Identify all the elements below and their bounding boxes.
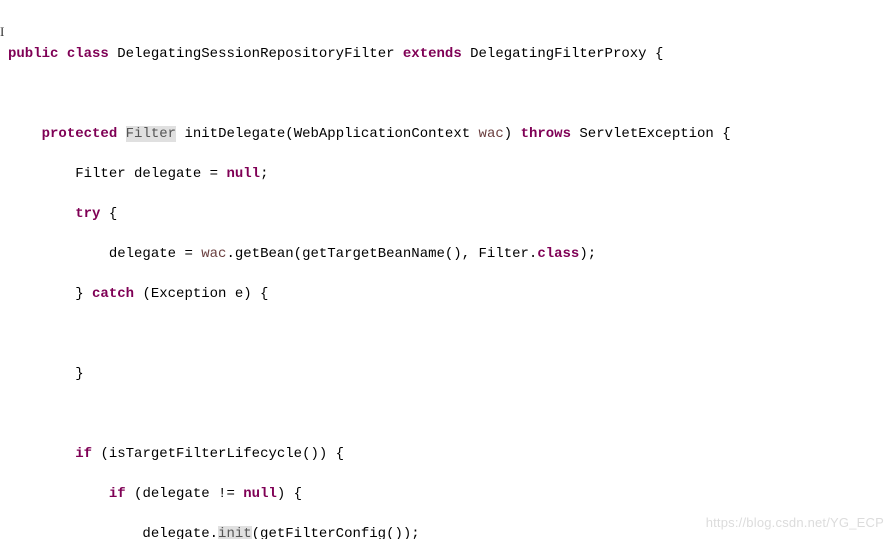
class-name: DelegatingSessionRepositoryFilter: [117, 46, 394, 62]
code-line: Filter delegate = null;: [4, 164, 894, 184]
catch-sig: (Exception e) {: [142, 286, 268, 302]
code-line: [4, 404, 894, 424]
keyword: extends: [403, 46, 462, 62]
type: WebApplicationContext: [294, 126, 470, 142]
param: wac: [201, 246, 226, 262]
keyword: public: [8, 46, 58, 62]
keyword: if: [75, 446, 92, 462]
brace: {: [109, 206, 117, 222]
code-line: [4, 324, 894, 344]
highlighted-ref: init: [218, 526, 252, 539]
code-line: } catch (Exception e) {: [4, 284, 894, 304]
code-line: if (isTargetFilterLifecycle()) {: [4, 444, 894, 464]
param: wac: [479, 126, 504, 142]
keyword: class: [67, 46, 109, 62]
call-prefix: delegate.: [142, 526, 218, 539]
brace: {: [655, 46, 663, 62]
code-editor: I public class DelegatingSessionReposito…: [0, 0, 894, 539]
code-line: public class DelegatingSessionRepository…: [4, 44, 894, 64]
call-tail: (getFilterConfig());: [252, 526, 420, 539]
keyword: try: [75, 206, 100, 222]
declaration: Filter delegate =: [75, 166, 226, 182]
base-class: DelegatingFilterProxy: [470, 46, 646, 62]
condition: (isTargetFilterLifecycle()) {: [100, 446, 344, 462]
paren: (: [285, 126, 293, 142]
code-line: [4, 84, 894, 104]
code-line: }: [4, 364, 894, 384]
call: );: [579, 246, 596, 262]
call: .getBean(getTargetBeanName(), Filter.: [226, 246, 537, 262]
keyword: throws: [521, 126, 571, 142]
brace: {: [722, 126, 730, 142]
brace: }: [75, 366, 83, 382]
keyword: protected: [42, 126, 118, 142]
assignment: delegate =: [109, 246, 201, 262]
semicolon: ;: [260, 166, 268, 182]
keyword: class: [537, 246, 579, 262]
keyword: null: [226, 166, 260, 182]
type: ServletException: [579, 126, 713, 142]
watermark: https://blog.csdn.net/YG_ECP: [706, 513, 884, 533]
keyword: null: [243, 486, 277, 502]
code-line: delegate = wac.getBean(getTargetBeanName…: [4, 244, 894, 264]
condition-tail: ) {: [277, 486, 302, 502]
text-cursor-icon: I: [0, 22, 4, 42]
keyword: catch: [92, 286, 134, 302]
method-name: initDelegate: [184, 126, 285, 142]
condition: (delegate !=: [134, 486, 243, 502]
code-line: protected Filter initDelegate(WebApplica…: [4, 124, 894, 144]
keyword: if: [109, 486, 126, 502]
highlighted-ref: Filter: [126, 126, 176, 142]
code-line: try {: [4, 204, 894, 224]
paren: ): [504, 126, 512, 142]
code-line: if (delegate != null) {: [4, 484, 894, 504]
